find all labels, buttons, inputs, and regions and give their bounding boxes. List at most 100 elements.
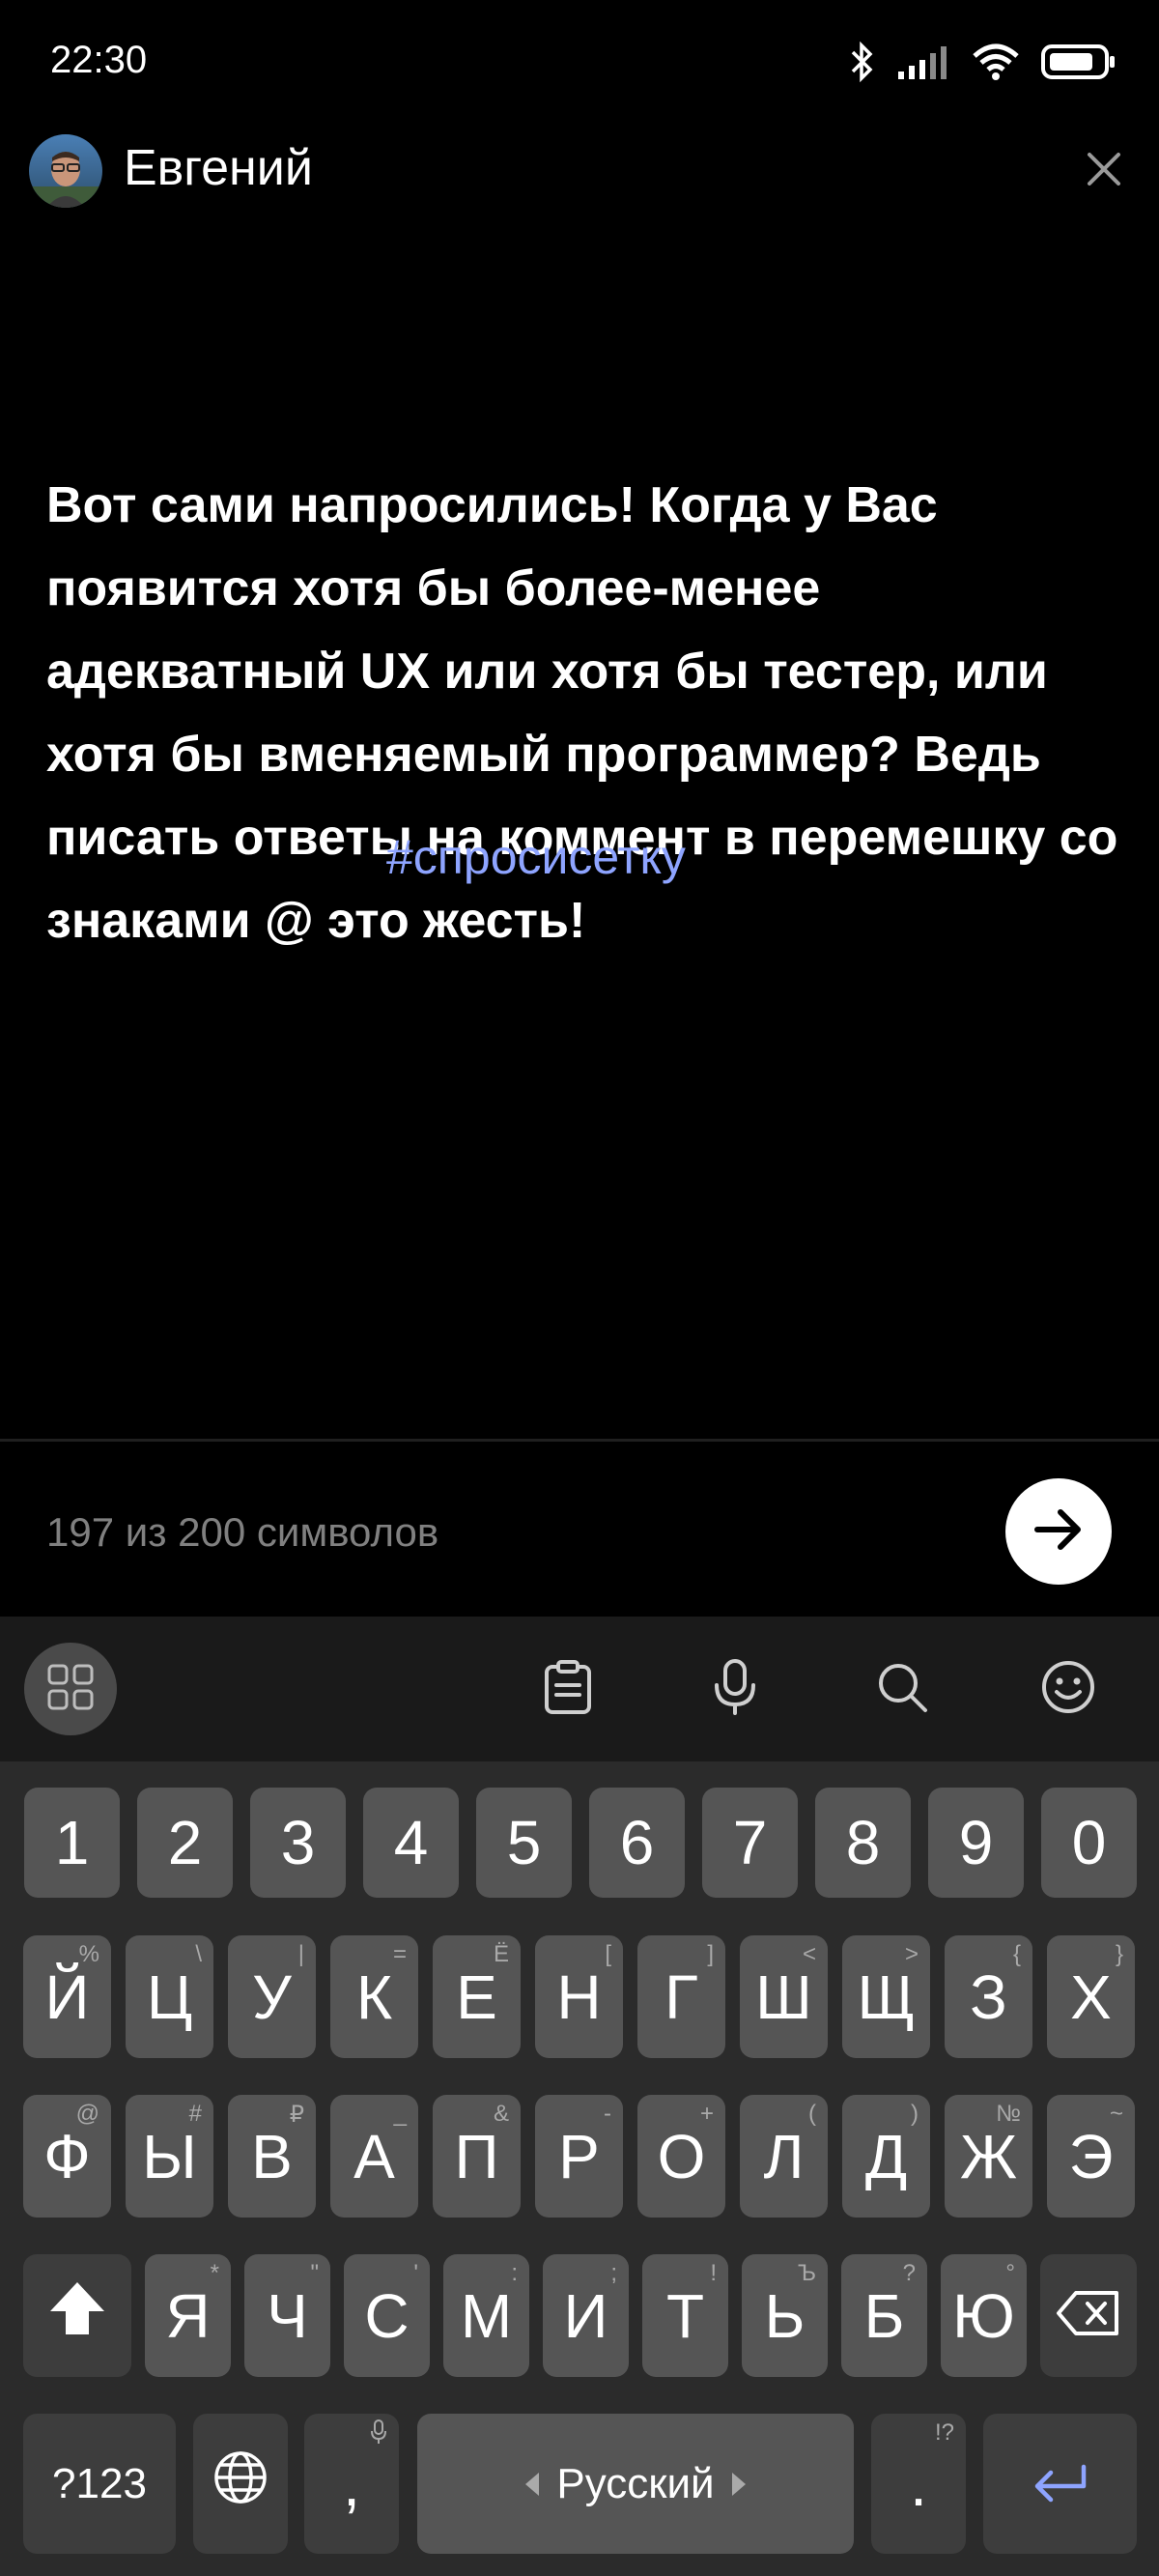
key-letter[interactable]: | У xyxy=(228,1935,316,2058)
key-letter[interactable]: + О xyxy=(637,2095,725,2218)
key-letter[interactable]: _ А xyxy=(330,2095,418,2218)
key-label: 4 xyxy=(393,1808,429,1877)
avatar[interactable] xyxy=(29,134,102,208)
key-letter[interactable]: = К xyxy=(330,1935,418,2058)
key-letter[interactable]: № Ж xyxy=(945,2095,1032,2218)
key-label: 1 xyxy=(54,1808,90,1877)
key-letter[interactable]: ' С xyxy=(344,2254,430,2377)
key-letter[interactable]: ] Г xyxy=(637,1935,725,2058)
emoji-button[interactable] xyxy=(1022,1643,1115,1735)
key-letter[interactable]: -Р xyxy=(535,2095,623,2218)
author-name[interactable]: Евгений xyxy=(124,139,313,197)
key-label: 7 xyxy=(732,1808,768,1877)
key-letter[interactable]: ° Ю xyxy=(941,2254,1027,2377)
story-text[interactable]: Вот сами напросились! Когда у Вас появит… xyxy=(46,464,1118,962)
key-letter[interactable]: ! Т xyxy=(642,2254,728,2377)
key-letter[interactable]: % Й xyxy=(23,1935,111,2058)
key-hint: _ xyxy=(393,2101,407,2127)
key-hint: ! xyxy=(710,2260,717,2286)
key-letter[interactable]: ; И xyxy=(543,2254,629,2377)
key-letter[interactable]: [Н xyxy=(535,1935,623,2058)
key-letter[interactable]: < Ш xyxy=(740,1935,828,2058)
key-label: Щ xyxy=(857,1961,916,2032)
grid-icon xyxy=(46,1663,95,1716)
language-key[interactable] xyxy=(193,2414,288,2554)
key-letter[interactable]: & П xyxy=(433,2095,521,2218)
signal-icon xyxy=(896,44,950,79)
key-label: Ш xyxy=(755,1961,812,2032)
arrow-right-icon xyxy=(1030,1501,1088,1563)
key-letter[interactable]: * Я xyxy=(145,2254,231,2377)
key-1[interactable]: 1 xyxy=(24,1788,120,1898)
key-9[interactable]: 9 xyxy=(928,1788,1024,1898)
key-hint: ' xyxy=(413,2260,418,2286)
key-label: Р xyxy=(558,2121,600,2191)
key-label: Г xyxy=(664,1961,698,2032)
key-2[interactable]: 2 xyxy=(137,1788,233,1898)
character-counter: 197 из 200 символов xyxy=(46,1509,439,1555)
key-letter[interactable]: :М xyxy=(443,2254,529,2377)
key-letter[interactable]: ₽ В xyxy=(228,2095,316,2218)
key-hint: ? xyxy=(902,2260,916,2286)
key-letter[interactable]: {З xyxy=(945,1935,1032,2058)
send-button[interactable] xyxy=(1005,1478,1112,1585)
key-label: Ч xyxy=(267,2280,308,2351)
key-label: Е xyxy=(456,1961,497,2032)
key-6[interactable]: 6 xyxy=(589,1788,685,1898)
key-label: М xyxy=(460,2280,513,2351)
search-icon xyxy=(875,1660,929,1719)
key-7[interactable]: 7 xyxy=(702,1788,798,1898)
key-letter[interactable]: (Л xyxy=(740,2095,828,2218)
key-hint: { xyxy=(1012,1941,1021,1967)
period-key[interactable]: !? . xyxy=(871,2414,966,2554)
key-letter[interactable]: ? Б xyxy=(841,2254,927,2377)
key-label: Я xyxy=(165,2280,211,2351)
keyboard-search-button[interactable] xyxy=(856,1643,948,1735)
key-letter[interactable]: > Щ xyxy=(842,1935,930,2058)
key-4[interactable]: 4 xyxy=(363,1788,459,1898)
key-label: З xyxy=(970,1961,1007,2032)
key-8[interactable]: 8 xyxy=(815,1788,911,1898)
bluetooth-icon xyxy=(850,41,875,83)
keyboard: 1 2 3 4 5 6 7 8 9 0 % Й \ Ц | У = К ЁЕ [Н ] Г… xyxy=(0,1617,1159,2576)
shift-key[interactable] xyxy=(23,2254,131,2377)
enter-key[interactable] xyxy=(983,2414,1137,2554)
close-icon xyxy=(1086,151,1122,192)
key-label: Ы xyxy=(142,2121,197,2191)
key-label: Ь xyxy=(764,2280,806,2351)
key-letter[interactable]: ЪЬ xyxy=(742,2254,828,2377)
key-letter[interactable]: ЁЕ xyxy=(433,1935,521,2058)
story-header: Евгений xyxy=(0,126,1159,222)
key-label: Ф xyxy=(43,2121,91,2191)
hashtag[interactable]: #спросисетку xyxy=(386,829,686,885)
globe-icon xyxy=(212,2448,269,2520)
key-letter[interactable]: \ Ц xyxy=(126,1935,213,2058)
key-hint: | xyxy=(297,1941,304,1967)
key-hint: [ xyxy=(605,1941,611,1967)
key-label: , xyxy=(343,2448,360,2519)
key-letter[interactable]: # Ы xyxy=(126,2095,213,2218)
key-label: С xyxy=(364,2280,410,2351)
keyboard-apps-button[interactable] xyxy=(24,1643,117,1735)
key-letter[interactable]: ~ Э xyxy=(1047,2095,1135,2218)
symbols-key[interactable]: ?123 xyxy=(23,2414,176,2554)
key-label: 5 xyxy=(506,1808,542,1877)
status-icons xyxy=(850,37,1117,87)
key-letter[interactable]: " Ч xyxy=(244,2254,330,2377)
voice-input-button[interactable] xyxy=(689,1643,781,1735)
chevron-left-icon xyxy=(525,2472,540,2496)
key-0[interactable]: 0 xyxy=(1041,1788,1137,1898)
key-label: О xyxy=(657,2121,706,2191)
key-letter[interactable]: @ Ф xyxy=(23,2095,111,2218)
key-letter[interactable]: ) Д xyxy=(842,2095,930,2218)
comma-key[interactable]: , xyxy=(304,2414,399,2554)
space-bar[interactable]: Русский xyxy=(417,2414,854,2554)
key-letter[interactable]: } Х xyxy=(1047,1935,1135,2058)
key-3[interactable]: 3 xyxy=(250,1788,346,1898)
key-label: 0 xyxy=(1071,1808,1107,1877)
key-5[interactable]: 5 xyxy=(476,1788,572,1898)
close-button[interactable] xyxy=(1078,145,1130,197)
clipboard-button[interactable] xyxy=(522,1643,614,1735)
keyboard-keys: 1 2 3 4 5 6 7 8 9 0 % Й \ Ц | У = К ЁЕ [Н ] Г… xyxy=(0,1761,1159,2576)
backspace-key[interactable] xyxy=(1040,2254,1137,2377)
